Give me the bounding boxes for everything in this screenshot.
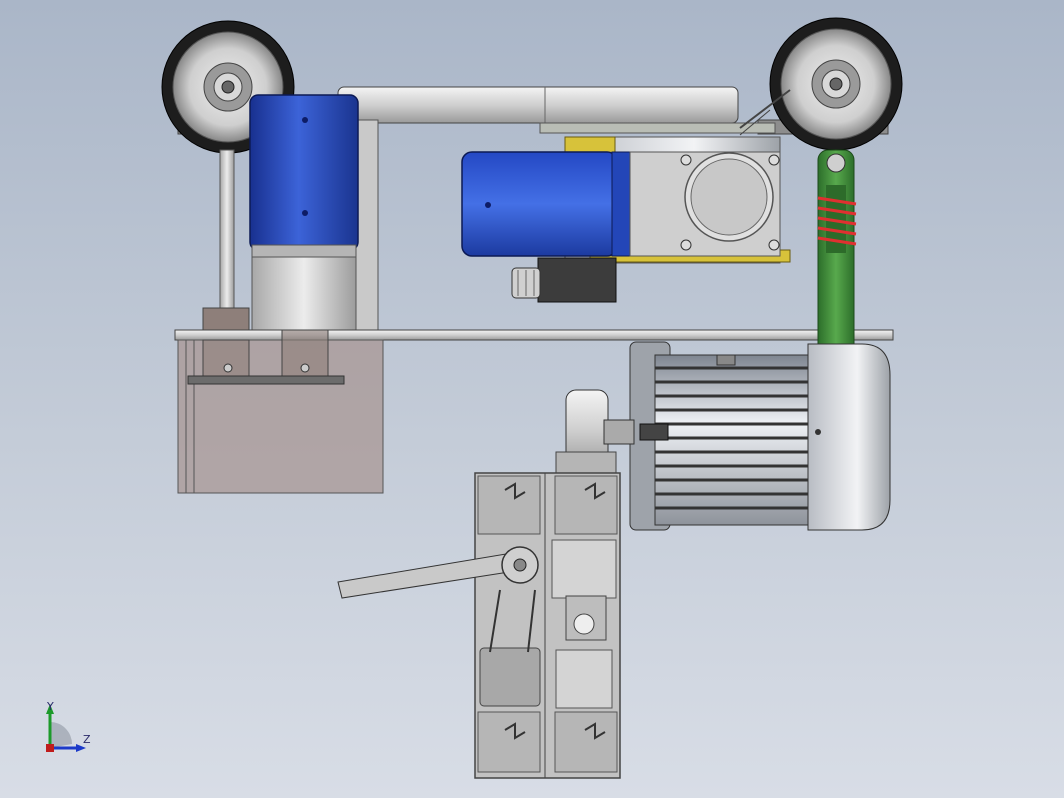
cad-viewport[interactable]: Y Z [0, 0, 1064, 798]
lower-vise-assembly[interactable] [474, 472, 621, 779]
lower-drive-pulley[interactable] [555, 389, 635, 475]
vertical-servo-motor[interactable] [249, 94, 379, 333]
right-idler-wheel[interactable] [757, 17, 903, 151]
left-support-rod [202, 149, 250, 333]
main-ac-motor[interactable] [629, 341, 891, 531]
top-aluminum-beam [337, 86, 791, 136]
triad-z-label: Z [83, 733, 91, 746]
horizontal-gear-motor[interactable] [461, 136, 791, 264]
triad-y-label: Y [47, 700, 54, 713]
coolant-tank[interactable] [177, 329, 384, 494]
motor-connector-box [511, 257, 617, 303]
tension-arm-spring[interactable] [817, 149, 857, 371]
belt-grinder-assembly-drawing[interactable] [0, 0, 1064, 798]
